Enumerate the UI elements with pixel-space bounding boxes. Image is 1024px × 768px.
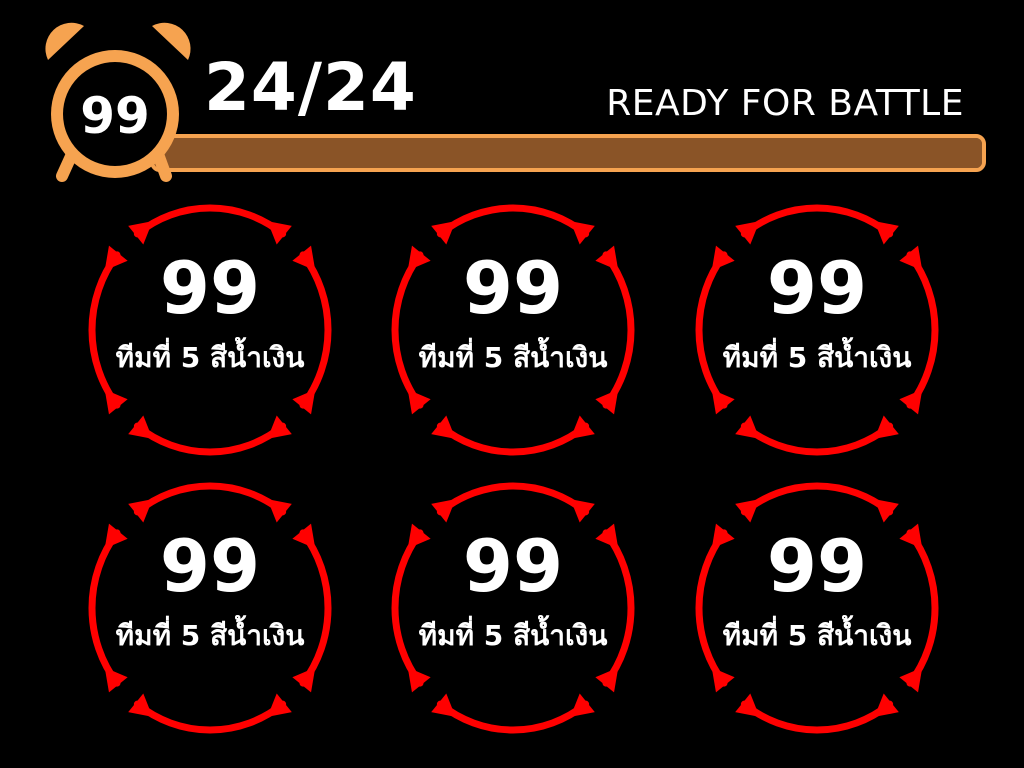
team-score: 99 bbox=[159, 524, 261, 608]
ring-arrowhead bbox=[735, 693, 760, 717]
ring-arc bbox=[740, 422, 894, 456]
team-card[interactable]: 99 ทีมที่ 5 สีน้ำเงิน bbox=[383, 478, 643, 738]
ring-arrowhead bbox=[407, 389, 431, 415]
ring-arrowhead bbox=[128, 693, 153, 717]
team-card[interactable]: 99 ทีมที่ 5 สีน้ำเงิน bbox=[687, 478, 947, 738]
ring-arrowhead bbox=[570, 499, 595, 523]
ring-arc bbox=[740, 204, 894, 238]
ring-arrowhead bbox=[407, 667, 431, 693]
red-ring-icon bbox=[391, 482, 635, 734]
team-score: 99 bbox=[462, 524, 564, 608]
team-label: ทีมที่ 5 สีน้ำเงิน bbox=[418, 341, 608, 374]
ring-arrowhead bbox=[735, 415, 760, 439]
ring-arrowhead bbox=[104, 667, 128, 693]
ring-arc bbox=[133, 700, 287, 734]
team-label: ทีมที่ 5 สีน้ำเงิน bbox=[722, 341, 912, 374]
team-score: 99 bbox=[766, 246, 868, 330]
ring-arc bbox=[436, 204, 590, 238]
ring-arrowhead bbox=[570, 693, 595, 717]
ring-arrowhead bbox=[431, 693, 456, 717]
team-score: 99 bbox=[766, 524, 868, 608]
ring-arc bbox=[133, 422, 287, 456]
red-ring-icon bbox=[88, 482, 332, 734]
timer-progress-bar bbox=[150, 134, 986, 172]
team-label: ทีมที่ 5 สีน้ำเงิน bbox=[115, 341, 305, 374]
red-ring-icon bbox=[695, 204, 939, 456]
ring-arrowhead bbox=[292, 389, 316, 415]
ring-arrowhead bbox=[267, 499, 292, 523]
timer-progress-fill bbox=[154, 138, 982, 168]
team-label: ทีมที่ 5 สีน้ำเงิน bbox=[115, 619, 305, 652]
ring-arrowhead bbox=[735, 221, 760, 245]
team-card[interactable]: 99 ทีมที่ 5 สีน้ำเงิน bbox=[80, 478, 340, 738]
ring-arc bbox=[740, 482, 894, 516]
ring-arrowhead bbox=[431, 499, 456, 523]
ring-arrowhead bbox=[874, 693, 899, 717]
ring-arrowhead bbox=[711, 667, 735, 693]
ring-arrowhead bbox=[267, 693, 292, 717]
ring-arrowhead bbox=[874, 221, 899, 245]
ring-arrowhead bbox=[104, 389, 128, 415]
red-ring-icon bbox=[695, 482, 939, 734]
battle-status: READY FOR BATTLE bbox=[606, 83, 964, 124]
ring-arrowhead bbox=[267, 415, 292, 439]
team-card[interactable]: 99 ทีมที่ 5 สีน้ำเงิน bbox=[383, 200, 643, 460]
team-label: ทีมที่ 5 สีน้ำเงิน bbox=[418, 619, 608, 652]
ring-arrowhead bbox=[128, 415, 153, 439]
alarm-clock-icon: 99 bbox=[40, 16, 200, 186]
ring-arrowhead bbox=[711, 389, 735, 415]
ring-arrowhead bbox=[595, 667, 619, 693]
ring-arrowhead bbox=[128, 221, 153, 245]
timer-value: 99 bbox=[80, 87, 150, 145]
ring-arrowhead bbox=[431, 221, 456, 245]
ring-arrowhead bbox=[570, 221, 595, 245]
ring-arc bbox=[133, 204, 287, 238]
round-counter: 24/24 bbox=[204, 49, 417, 126]
ring-arc bbox=[133, 482, 287, 516]
ring-arrowhead bbox=[899, 667, 923, 693]
ring-arc bbox=[436, 700, 590, 734]
ring-arrowhead bbox=[735, 499, 760, 523]
ring-arrowhead bbox=[431, 415, 456, 439]
ring-arrowhead bbox=[899, 389, 923, 415]
ring-arc bbox=[436, 422, 590, 456]
team-score: 99 bbox=[462, 246, 564, 330]
ring-arrowhead bbox=[128, 499, 153, 523]
ring-arrowhead bbox=[595, 389, 619, 415]
red-ring-icon bbox=[391, 204, 635, 456]
ring-arrowhead bbox=[267, 221, 292, 245]
ring-arrowhead bbox=[292, 667, 316, 693]
ring-arrowhead bbox=[874, 415, 899, 439]
ring-arc bbox=[436, 482, 590, 516]
red-ring-icon bbox=[88, 204, 332, 456]
header-bar: 99 24/24 READY FOR BATTLE bbox=[0, 0, 1024, 190]
team-card[interactable]: 99 ทีมที่ 5 สีน้ำเงิน bbox=[80, 200, 340, 460]
ring-arrowhead bbox=[570, 415, 595, 439]
team-card[interactable]: 99 ทีมที่ 5 สีน้ำเงิน bbox=[687, 200, 947, 460]
ring-arrowhead bbox=[874, 499, 899, 523]
ring-arc bbox=[740, 700, 894, 734]
team-label: ทีมที่ 5 สีน้ำเงิน bbox=[722, 619, 912, 652]
team-score: 99 bbox=[159, 246, 261, 330]
